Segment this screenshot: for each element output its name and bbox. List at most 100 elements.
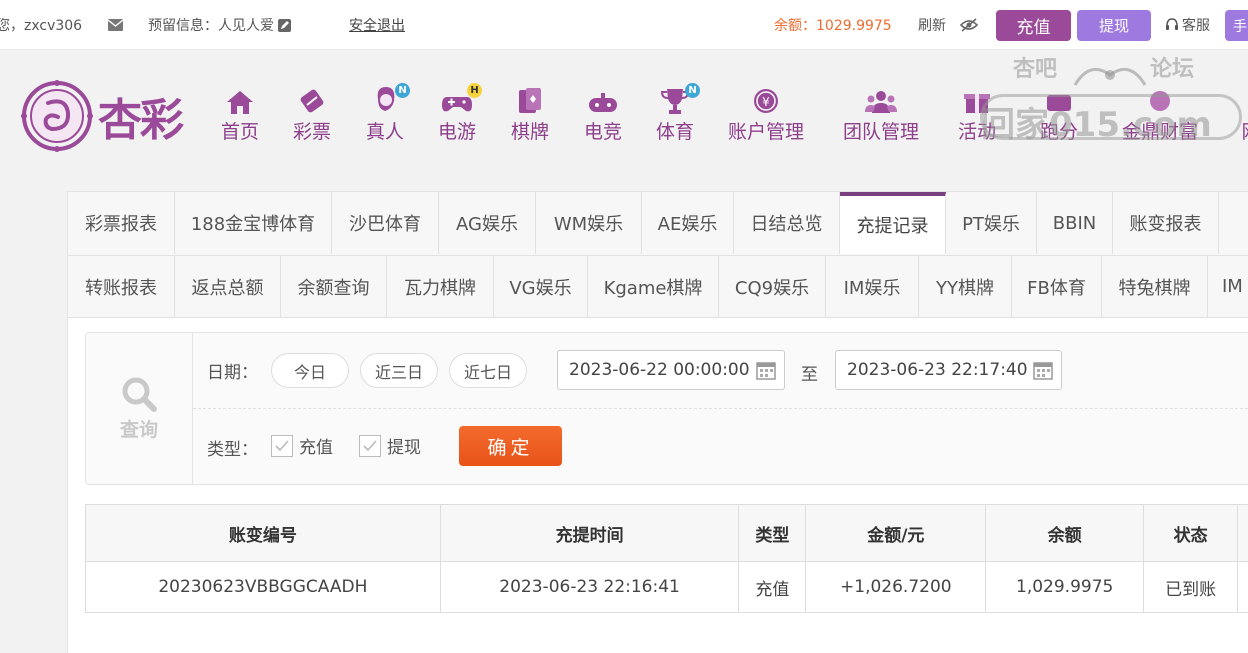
mobile-button[interactable]: 手 bbox=[1225, 10, 1248, 41]
home-icon bbox=[223, 85, 257, 115]
trophy-icon: N bbox=[658, 83, 700, 115]
nav-live[interactable]: N 真人 bbox=[366, 83, 410, 144]
col-time: 充提时间 bbox=[439, 504, 740, 562]
search-icon bbox=[122, 377, 157, 412]
forum-watermark: 杏吧 论坛 回家015.com bbox=[975, 51, 1248, 151]
tab-wali-cards[interactable]: 瓦力棋牌 bbox=[387, 255, 494, 317]
tab-fb-sports[interactable]: FB体育 bbox=[1012, 255, 1102, 317]
nav-esports[interactable]: 电竞 bbox=[584, 85, 622, 144]
end-date-input[interactable]: 2023-06-23 22:17:40 bbox=[835, 350, 1062, 390]
tab-transfer-report[interactable]: 转账报表 bbox=[68, 255, 175, 317]
customer-service-link[interactable]: 客服 bbox=[1165, 0, 1210, 50]
mail-icon[interactable] bbox=[108, 0, 124, 50]
tab-pt[interactable]: PT娱乐 bbox=[946, 192, 1037, 254]
tab-yy-cards[interactable]: YY棋牌 bbox=[919, 255, 1012, 317]
nav-lottery[interactable]: 彩票 bbox=[293, 85, 331, 144]
table-header-row: 账变编号 充提时间 类型 金额/元 余额 状态 bbox=[85, 504, 1248, 562]
recharge-button[interactable]: 充值 bbox=[996, 10, 1071, 41]
col-balance: 余额 bbox=[985, 504, 1145, 562]
nav-label: 电游 bbox=[438, 121, 477, 143]
date-row: 日期： 今日 近三日 近七日 2023-06-22 00:00:00 至 202… bbox=[193, 333, 1248, 409]
tab-daily-summary[interactable]: 日结总览 bbox=[734, 192, 840, 254]
recharge-checkbox-label: 充值 bbox=[299, 438, 333, 458]
to-label: 至 bbox=[801, 365, 818, 385]
tab-188bet-sports[interactable]: 188金宝博体育 bbox=[175, 192, 332, 254]
nav-label: 账户管理 bbox=[728, 121, 805, 143]
site-logo[interactable]: 杏彩 bbox=[20, 77, 210, 155]
tab-wm[interactable]: WM娱乐 bbox=[536, 192, 642, 254]
cell-status: 已到账 bbox=[1143, 561, 1239, 613]
svg-text:¥: ¥ bbox=[762, 95, 770, 109]
watermark-text: 论坛 bbox=[1150, 57, 1195, 82]
balance-display: 余额：1029.9975 bbox=[774, 18, 892, 34]
tab-im[interactable]: IM娱乐 bbox=[826, 255, 919, 317]
new-badge: N bbox=[395, 83, 410, 98]
calendar-icon[interactable] bbox=[756, 360, 776, 380]
today-button[interactable]: 今日 bbox=[271, 353, 349, 388]
service-label: 客服 bbox=[1182, 18, 1210, 34]
tab-deposit-withdraw-records[interactable]: 充提记录 bbox=[840, 192, 946, 254]
tab-ag[interactable]: AG娱乐 bbox=[439, 192, 536, 254]
col-type: 类型 bbox=[738, 504, 807, 562]
withdraw-checkbox[interactable]: 提现 bbox=[359, 433, 421, 458]
start-date-input[interactable]: 2023-06-22 00:00:00 bbox=[557, 350, 785, 390]
withdraw-button[interactable]: 提现 bbox=[1077, 10, 1151, 41]
nav-cards[interactable]: 棋牌 bbox=[511, 85, 549, 144]
watermark-text: 回家015.com bbox=[981, 105, 1212, 145]
report-panel: 彩票报表 188金宝博体育 沙巴体育 AG娱乐 WM娱乐 AE娱乐 日结总览 充… bbox=[67, 191, 1248, 653]
tab-vg[interactable]: VG娱乐 bbox=[494, 255, 588, 317]
top-bar: 您，zxcv306 预留信息：人见人爱 安全退出 余额：1029.9975 刷新… bbox=[0, 0, 1248, 50]
tab-kgame-cards[interactable]: Kgame棋牌 bbox=[588, 255, 719, 317]
cell-type: 充值 bbox=[738, 561, 807, 613]
ornament-icon bbox=[1073, 67, 1147, 86]
logo-text: 杏彩 bbox=[98, 95, 184, 146]
logout-link[interactable]: 安全退出 bbox=[349, 0, 405, 50]
type-row: 类型： 充值 提现 确定 bbox=[193, 409, 1248, 485]
hot-badge: H bbox=[467, 83, 482, 98]
nav-team[interactable]: 团队管理 bbox=[843, 85, 919, 144]
esports-icon bbox=[586, 85, 620, 115]
nav-label: 棋牌 bbox=[511, 121, 550, 143]
query-side: 查询 bbox=[86, 333, 193, 484]
query-label: 查询 bbox=[119, 419, 158, 441]
user-greeting: 您，zxcv306 bbox=[0, 18, 83, 34]
nav-slots[interactable]: H 电游 bbox=[438, 83, 482, 144]
col-amount: 金额/元 bbox=[805, 504, 987, 562]
col-extra bbox=[1237, 504, 1248, 562]
type-label: 类型： bbox=[207, 439, 258, 460]
tab-rebate-total[interactable]: 返点总额 bbox=[175, 255, 281, 317]
nav-sports[interactable]: N 体育 bbox=[656, 83, 700, 144]
records-table: 账变编号 充提时间 类型 金额/元 余额 状态 20230623VBBGGCAA… bbox=[85, 504, 1248, 613]
tab-balance-query[interactable]: 余额查询 bbox=[281, 255, 387, 317]
confirm-button[interactable]: 确定 bbox=[459, 426, 562, 466]
nav-account[interactable]: ¥ 账户管理 bbox=[728, 85, 804, 144]
tab-tetu-cards[interactable]: 特兔棋牌 bbox=[1102, 255, 1208, 317]
lottery-icon bbox=[295, 85, 329, 115]
nav-label: 体育 bbox=[656, 121, 695, 143]
cell-amount: +1,026.7200 bbox=[805, 561, 987, 613]
refresh-link[interactable]: 刷新 bbox=[918, 0, 946, 50]
cell-time: 2023-06-23 22:16:41 bbox=[439, 561, 740, 613]
tab-ae[interactable]: AE娱乐 bbox=[642, 192, 734, 254]
last-three-days-button[interactable]: 近三日 bbox=[360, 353, 438, 388]
tab-im-more[interactable]: IM bbox=[1208, 255, 1248, 317]
recharge-checkbox[interactable]: 充值 bbox=[271, 433, 333, 458]
checkbox-checked-icon bbox=[271, 434, 293, 457]
last-seven-days-button[interactable]: 近七日 bbox=[449, 353, 527, 388]
checkbox-checked-icon bbox=[359, 434, 381, 457]
col-record-id: 账变编号 bbox=[85, 504, 441, 562]
tab-saba-sports[interactable]: 沙巴体育 bbox=[332, 192, 439, 254]
cards-icon bbox=[513, 85, 547, 115]
tab-bbin[interactable]: BBIN bbox=[1037, 192, 1113, 254]
nav-home[interactable]: 首页 bbox=[221, 85, 259, 144]
tab-cq9[interactable]: CQ9娱乐 bbox=[719, 255, 826, 317]
reserved-info-text: 预留信息：人见人爱 bbox=[148, 18, 274, 34]
query-form: 查询 日期： 今日 近三日 近七日 2023-06-22 00:00:00 至 … bbox=[85, 332, 1248, 485]
tab-balance-change-report[interactable]: 账变报表 bbox=[1113, 192, 1219, 254]
gamepad-icon: H bbox=[440, 83, 482, 115]
headset-icon bbox=[1165, 18, 1179, 32]
hide-balance-icon[interactable] bbox=[960, 0, 978, 50]
tab-lottery-report[interactable]: 彩票报表 bbox=[68, 192, 175, 254]
calendar-icon[interactable] bbox=[1033, 360, 1053, 380]
edit-icon[interactable] bbox=[278, 18, 291, 32]
